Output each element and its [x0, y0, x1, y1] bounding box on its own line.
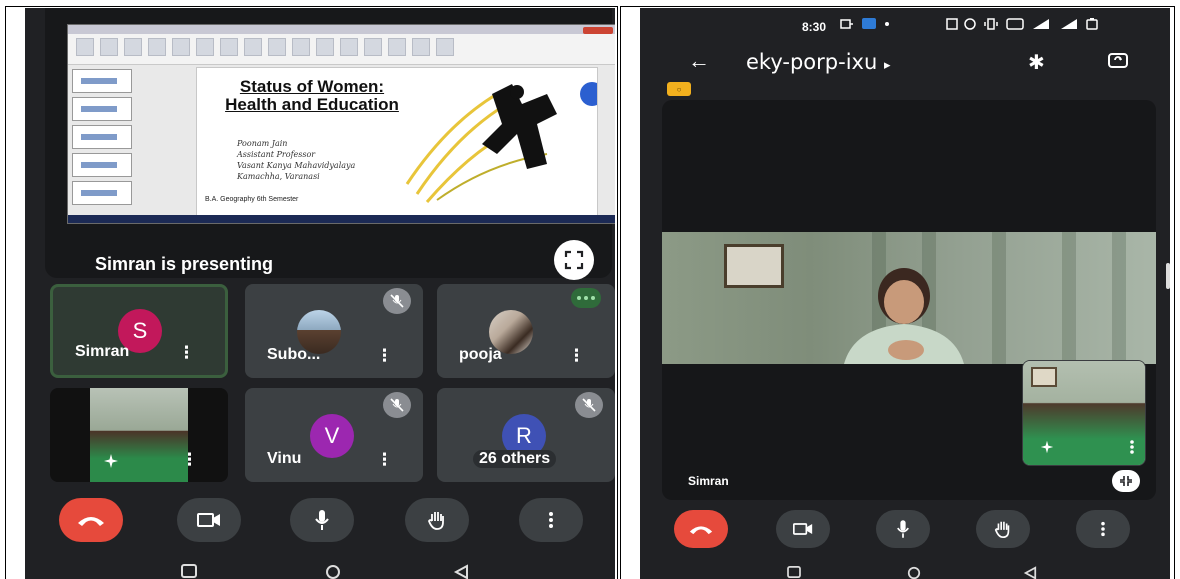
avatar: V — [310, 414, 354, 458]
gallery-icon — [862, 18, 876, 29]
vertical-dots-icon — [1101, 521, 1105, 537]
signal-icon-2 — [1061, 19, 1077, 29]
slide-title: Status of Women: Health and Education — [225, 77, 399, 114]
current-slide: Status of Women: Health and Education Po… — [196, 67, 598, 217]
microphone-button[interactable] — [876, 510, 930, 548]
presentation-card[interactable]: Status of Women: Health and Education Po… — [45, 8, 615, 280]
effects-sparkle-icon[interactable] — [102, 452, 120, 470]
recent-apps-icon[interactable] — [786, 566, 802, 578]
mic-off-icon — [383, 392, 411, 418]
participant-name: Simran — [75, 343, 130, 360]
android-navbar — [640, 558, 1170, 579]
notification-icon — [840, 19, 853, 29]
end-call-button[interactable] — [59, 498, 123, 542]
participant-tile-subo[interactable]: Subo... ⋮ — [245, 284, 423, 378]
hang-up-icon — [689, 526, 713, 535]
meeting-code[interactable]: eky-porp-ixu ▸ — [746, 50, 890, 74]
ppt-ribbon — [68, 25, 615, 65]
nfc-icon — [946, 18, 958, 30]
mic-off-icon — [575, 392, 603, 418]
others-count[interactable]: 26 others — [473, 450, 557, 468]
slide-footer: B.A. Geography 6th Semester — [205, 196, 299, 203]
video-camera-icon — [197, 513, 220, 527]
fullscreen-icon — [564, 250, 584, 270]
collapse-button[interactable] — [1112, 470, 1140, 492]
end-call-button[interactable] — [674, 510, 728, 548]
hang-up-icon — [78, 517, 104, 526]
microphone-icon — [897, 520, 909, 538]
presenting-label: Simran is presenting — [95, 254, 274, 274]
effects-sparkle-icon[interactable] — [1039, 439, 1055, 455]
more-options-icon[interactable]: ⋮ — [181, 451, 198, 468]
left-phone-screen: Status of Women: Health and Education Po… — [25, 8, 615, 579]
participant-name: Subo... — [267, 346, 321, 363]
more-options-button[interactable] — [1076, 510, 1130, 548]
right-phone-screen: 8:30 ← eky-porp-ixu ▸ ✱ ○ Simran — [640, 8, 1170, 579]
more-options-icon[interactable]: ⋮ — [178, 344, 195, 361]
panel-divider — [617, 6, 621, 579]
back-nav-icon[interactable] — [453, 564, 469, 579]
self-view-pip[interactable] — [1022, 360, 1146, 466]
clock: 8:30 — [802, 20, 827, 34]
speaker-figure — [844, 268, 964, 364]
android-navbar — [25, 556, 615, 579]
meeting-top-bar: ← eky-porp-ixu ▸ ✱ — [640, 46, 1170, 80]
fullscreen-button[interactable] — [554, 240, 594, 280]
collapse-icon — [1120, 476, 1132, 486]
slide-thumbnails — [72, 69, 144, 215]
switch-camera-icon[interactable] — [1106, 48, 1130, 72]
participant-tile-others[interactable]: R 26 others — [437, 388, 615, 482]
captions-icon[interactable]: ○ — [667, 82, 691, 96]
more-options-button[interactable] — [519, 498, 583, 542]
chevron-right-icon: ▸ — [883, 58, 891, 73]
raise-hand-button[interactable] — [405, 498, 469, 542]
participant-tile-simran[interactable]: S Simran ⋮ — [50, 284, 228, 378]
recent-apps-icon[interactable] — [181, 564, 197, 578]
vibrate-icon — [984, 18, 998, 30]
camera-button[interactable] — [177, 498, 241, 542]
raise-hand-icon — [994, 521, 1010, 539]
scroll-indicator — [1166, 263, 1170, 289]
dot-icon — [885, 22, 889, 26]
more-options-icon[interactable]: ⋮ — [376, 451, 393, 468]
volte-icon — [1006, 18, 1024, 30]
microphone-button[interactable] — [290, 498, 354, 542]
main-speaker-tile[interactable]: Simran — [662, 100, 1156, 500]
vertical-dots-icon[interactable] — [1129, 439, 1135, 455]
vertical-dots-icon — [549, 512, 553, 528]
back-nav-icon[interactable] — [1022, 566, 1038, 579]
home-icon[interactable] — [906, 566, 922, 579]
status-bar: 8:30 — [640, 8, 1170, 42]
participant-tile-vinu[interactable]: V Vinu ⋮ — [245, 388, 423, 482]
raise-hand-button[interactable] — [976, 510, 1030, 548]
camera-button[interactable] — [776, 510, 830, 548]
microphone-icon — [315, 510, 329, 530]
back-arrow-icon[interactable]: ← — [688, 48, 710, 74]
video-camera-icon — [793, 523, 813, 535]
more-options-icon[interactable]: ⋮ — [376, 347, 393, 364]
wall-picture — [724, 244, 784, 288]
bluetooth-audio-icon[interactable]: ✱ — [1028, 50, 1045, 75]
more-options-icon[interactable]: ⋮ — [568, 347, 585, 364]
speaking-indicator-icon — [571, 288, 601, 308]
participant-tile-pooja[interactable]: pooja ⋮ — [437, 284, 615, 378]
home-icon[interactable] — [325, 564, 341, 579]
participant-name: Vinu — [267, 450, 302, 467]
battery-icon — [1086, 18, 1098, 30]
alarm-icon — [964, 18, 976, 30]
dancer-illustration — [405, 82, 597, 203]
self-view-tile[interactable]: ⋮ — [50, 388, 228, 482]
shared-screen: Status of Women: Health and Education Po… — [67, 24, 615, 224]
speaker-video — [662, 232, 1156, 364]
mic-off-icon — [383, 288, 411, 314]
speaker-name: Simran — [688, 474, 729, 488]
signal-icon — [1033, 19, 1049, 29]
windows-taskbar — [68, 215, 615, 223]
raise-hand-icon — [428, 512, 444, 530]
participant-name: pooja — [459, 346, 502, 363]
